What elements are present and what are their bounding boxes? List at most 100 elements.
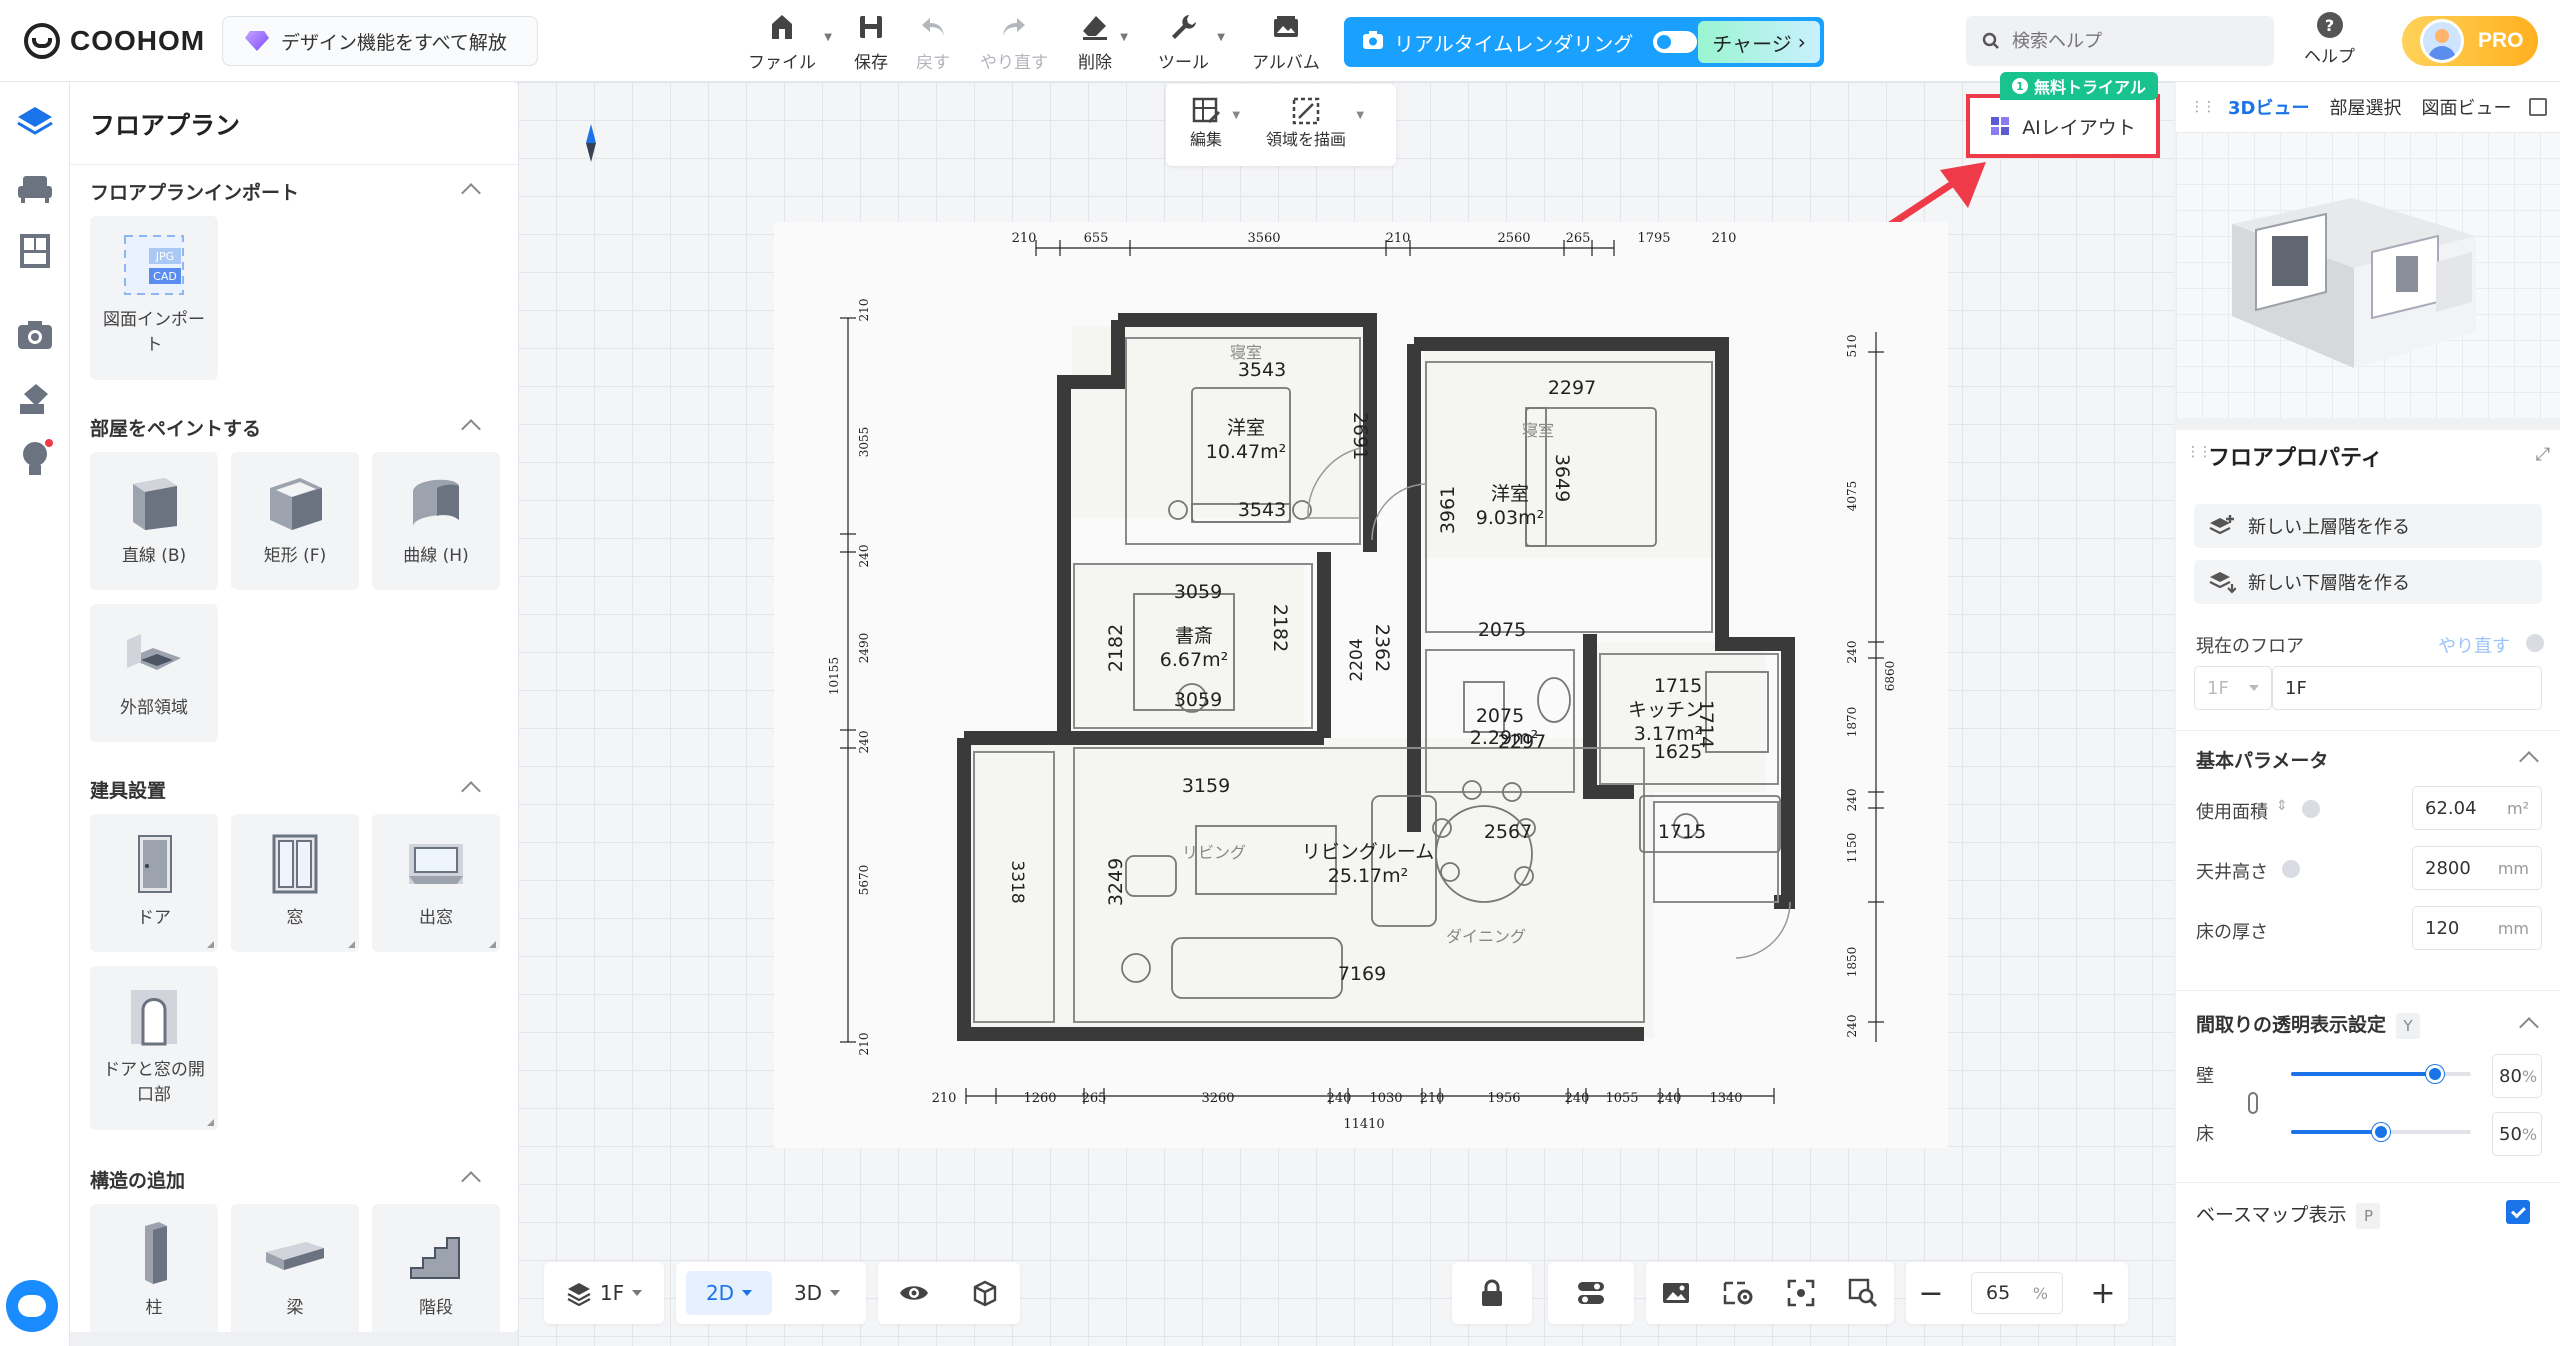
edit-button[interactable]: 編集 ▼ <box>1190 96 1240 150</box>
basemap-image-button[interactable] <box>1662 1271 1690 1315</box>
chevron-down-icon <box>632 1290 643 1296</box>
zoom-in-button[interactable]: + <box>2088 1271 2118 1315</box>
floorplan-drawing: 210 655 3560 210 2560 265 1795 210 210 1… <box>827 231 1897 1132</box>
collapse-import-icon[interactable] <box>461 183 481 203</box>
settings-tool <box>1548 1262 1634 1324</box>
drag-handle-icon[interactable]: ⋮⋮ <box>2186 444 2212 460</box>
basemap-checkbox[interactable] <box>2506 1200 2530 1224</box>
zoom-out-button[interactable]: − <box>1916 1271 1946 1315</box>
avatar[interactable] <box>2420 19 2464 63</box>
draw-curve-card[interactable]: 曲線 (H) <box>372 452 500 590</box>
chat-support-button[interactable] <box>6 1280 58 1332</box>
collapse-fixtures-icon[interactable] <box>461 781 481 801</box>
visibility-button[interactable] <box>899 1271 929 1315</box>
inner-dim: 2204 <box>1347 638 1367 681</box>
beam-card[interactable]: 梁 <box>231 1204 359 1332</box>
account-pro-badge[interactable]: PRO <box>2402 16 2538 66</box>
room-tag: ダイニング <box>1446 927 1526 946</box>
panel-toggle-icon[interactable] <box>2529 98 2548 116</box>
new-lower-floor-button[interactable]: 新しい下層階を作る <box>2194 560 2542 604</box>
opening-card[interactable]: ドアと窓の開口部 <box>90 966 218 1130</box>
collapse-structure-icon[interactable] <box>461 1171 481 1191</box>
stairs-card[interactable]: 階段 <box>372 1204 500 1332</box>
dim-label: 510 <box>1845 335 1859 358</box>
zoom-area-button[interactable] <box>1848 1271 1878 1315</box>
rail-cabinet[interactable] <box>12 228 58 274</box>
collapse-transparency-icon[interactable] <box>2519 1017 2539 1037</box>
coohom-logo[interactable]: COOHOM <box>24 20 205 62</box>
rail-furniture[interactable] <box>12 166 58 212</box>
dim-label: 210 <box>1712 231 1737 246</box>
draw-rect-card[interactable]: 矩形 (F) <box>231 452 359 590</box>
floor-opacity-input[interactable]: 50 % <box>2492 1112 2542 1156</box>
collapse-basic-icon[interactable] <box>2519 751 2539 771</box>
charge-button[interactable]: チャージ › <box>1698 21 1820 63</box>
floor-dropdown[interactable]: 1F <box>566 1271 643 1315</box>
door-card[interactable]: ドア <box>90 814 218 952</box>
usable-area-input[interactable]: 62.04 m² <box>2412 786 2542 830</box>
help-menu-button[interactable]: ? ヘルプ <box>2304 12 2355 67</box>
floor-name-input[interactable]: 1F <box>2272 666 2542 710</box>
zoom-input[interactable]: 65 % <box>1971 1272 2063 1314</box>
floorplan-sheet[interactable]: 210 655 3560 210 2560 265 1795 210 210 1… <box>774 222 1948 1148</box>
inner-dim: 3059 <box>1174 689 1222 711</box>
bay-window-card[interactable]: 出窓 <box>372 814 500 952</box>
redo-button[interactable]: やり直す <box>980 10 1048 73</box>
delete-menu-button[interactable]: 削除 ▼ <box>1078 10 1128 73</box>
rail-floorplan[interactable] <box>12 98 58 144</box>
tab-plan-view[interactable]: 図面ビュー <box>2421 94 2511 120</box>
ceiling-height-input[interactable]: 2800 mm <box>2412 846 2542 890</box>
mode-2d-button[interactable]: 2D <box>686 1271 772 1315</box>
expand-icon[interactable]: ⤢ <box>2536 444 2550 465</box>
help-search-box[interactable] <box>1966 16 2274 66</box>
search-input[interactable] <box>2012 30 2232 52</box>
render-toggle[interactable] <box>1653 31 1698 53</box>
fit-screen-button[interactable] <box>1787 1271 1815 1315</box>
toggle-settings-button[interactable] <box>1577 1271 1605 1315</box>
slider-knob[interactable] <box>2372 1123 2390 1141</box>
rail-materials[interactable] <box>12 374 58 420</box>
undo-button[interactable]: 戻す <box>916 10 950 73</box>
unlock-features-button[interactable]: デザイン機能をすべて解放 <box>222 16 538 66</box>
image-settings-button[interactable] <box>1723 1271 1755 1315</box>
dim-label: 1850 <box>1845 947 1859 978</box>
rail-lighting[interactable] <box>12 436 58 482</box>
cube-view-button[interactable] <box>971 1271 999 1315</box>
floor-opacity-slider[interactable] <box>2291 1123 2471 1141</box>
floor-selector[interactable]: 1F <box>544 1262 664 1324</box>
floor-thickness-input[interactable]: 120 mm <box>2412 906 2542 950</box>
link-icon[interactable] <box>2248 1092 2258 1114</box>
draw-line-card[interactable]: 直線 (B) <box>90 452 218 590</box>
save-button[interactable]: 保存 <box>854 10 888 73</box>
search-icon <box>1982 32 1999 49</box>
window-card[interactable]: 窓 <box>231 814 359 952</box>
rail-render[interactable] <box>12 312 58 358</box>
slider-knob[interactable] <box>2426 1065 2444 1083</box>
draw-area-button[interactable]: 領域を描画 ▼ <box>1266 96 1364 150</box>
tab-room-select[interactable]: 部屋選択 <box>2329 94 2401 120</box>
lock-button[interactable] <box>1480 1271 1504 1315</box>
3d-preview[interactable] <box>2176 132 2560 418</box>
ai-layout-button[interactable]: AIレイアウト <box>1966 94 2160 158</box>
exterior-area-card[interactable]: 外部領域 <box>90 604 218 742</box>
new-upper-floor-button[interactable]: 新しい上層階を作る <box>2194 504 2542 548</box>
chevron-down-icon <box>2249 685 2259 691</box>
realtime-render-button[interactable]: リアルタイムレンダリング チャージ › <box>1344 17 1824 67</box>
percent-unit: % <box>2521 1124 2538 1144</box>
wall-opacity-slider[interactable] <box>2291 1065 2471 1083</box>
layers-down-icon <box>2209 572 2236 594</box>
floor-label: 床 <box>2196 1124 2214 1145</box>
wall-opacity-input[interactable]: 80 % <box>2492 1054 2542 1098</box>
drag-handle-icon[interactable]: ⋮⋮ <box>2190 99 2216 115</box>
tools-menu-button[interactable]: ツール ▼ <box>1158 10 1225 73</box>
dim-label: 1340 <box>1709 1091 1742 1106</box>
floor-prefix-select[interactable]: 1F <box>2194 666 2272 710</box>
file-menu-button[interactable]: ファイル ▼ <box>748 10 832 73</box>
mode-3d-button[interactable]: 3D <box>782 1271 852 1315</box>
collapse-paint-icon[interactable] <box>461 419 481 439</box>
album-button[interactable]: アルバム <box>1252 10 1320 73</box>
plan-import-card[interactable]: JPG CAD 図面インポート <box>90 216 218 380</box>
redo-link[interactable]: やり直す <box>2438 632 2510 658</box>
column-card[interactable]: 柱 <box>90 1204 218 1332</box>
tab-3d-view[interactable]: 3Dビュー <box>2228 94 2309 120</box>
